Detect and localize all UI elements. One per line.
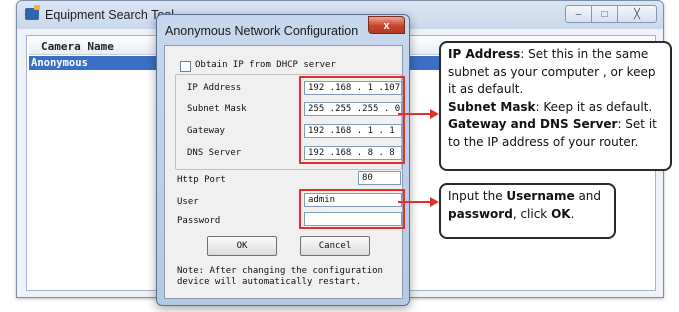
callout-bold: Username [506, 189, 575, 203]
minimize-button[interactable]: – [565, 5, 592, 23]
password-label: Password [177, 216, 221, 226]
login-fields-highlight [299, 189, 405, 229]
dhcp-checkbox-label: Obtain IP from DHCP server [195, 60, 336, 70]
camera-name: Anonymous [31, 57, 88, 69]
restart-note: Note: After changing the configuration d… [177, 266, 383, 288]
callout-text: it as default. [448, 82, 524, 96]
restart-note-line: device will automatically restart. [177, 277, 362, 287]
subnet-mask-label: Subnet Mask [187, 104, 247, 114]
restart-note-line: Note: After changing the configuration [177, 266, 383, 276]
callout-text: : Keep it as default. [535, 99, 653, 114]
network-callout-arrow [398, 113, 432, 115]
callout-text: and [574, 189, 602, 203]
http-port-label: Http Port [177, 175, 226, 185]
http-port-field[interactable]: 80 [358, 171, 401, 185]
network-config-dialog: Anonymous Network Configuration x Obtain… [156, 14, 410, 306]
gateway-label: Gateway [187, 126, 225, 136]
login-callout: Input the Username and password, click O… [439, 183, 616, 239]
callout-text: , click [512, 206, 552, 221]
callout-text: to the IP address of your router. [448, 134, 639, 149]
dhcp-checkbox[interactable] [180, 61, 191, 72]
user-label: User [177, 197, 199, 207]
cancel-button[interactable]: Cancel [300, 236, 370, 256]
dialog-close-button[interactable]: x [368, 16, 405, 34]
callout-text: subnet as your computer , or keep [448, 64, 656, 79]
login-callout-arrow [398, 201, 432, 203]
camera-name-column-label: Camera Name [41, 40, 114, 53]
dialog-title: Anonymous Network Configuration [165, 24, 359, 38]
callout-text: : Set this in the same [520, 47, 649, 61]
close-icon: x [383, 20, 390, 32]
window-controls: – □ ╳ [565, 5, 657, 23]
ok-button[interactable]: OK [207, 236, 277, 256]
window-title: Equipment Search Tool [45, 8, 175, 22]
callout-text: Input the [448, 189, 507, 203]
callout-bold: password [448, 206, 513, 221]
maximize-button[interactable]: □ [591, 5, 618, 23]
arrowhead-icon [430, 197, 439, 207]
callout-bold: IP Address [448, 47, 521, 61]
callout-bold: OK [551, 206, 571, 221]
callout-bold: Subnet Mask [448, 99, 536, 114]
close-window-button[interactable]: ╳ [617, 5, 657, 23]
dns-server-label: DNS Server [187, 148, 242, 158]
network-settings-callout: IP Address: Set this in the same subnet … [439, 41, 672, 171]
callout-bold: Gateway and DNS Server [448, 117, 618, 131]
callout-text: : Set it [617, 117, 657, 131]
dialog-body: Obtain IP from DHCP server IP Address 19… [164, 45, 405, 299]
network-fields-highlight [299, 76, 405, 164]
ip-address-label: IP Address [187, 83, 242, 93]
callout-text: . [570, 206, 575, 221]
camera-app-icon [25, 5, 40, 20]
arrowhead-icon [430, 109, 439, 119]
